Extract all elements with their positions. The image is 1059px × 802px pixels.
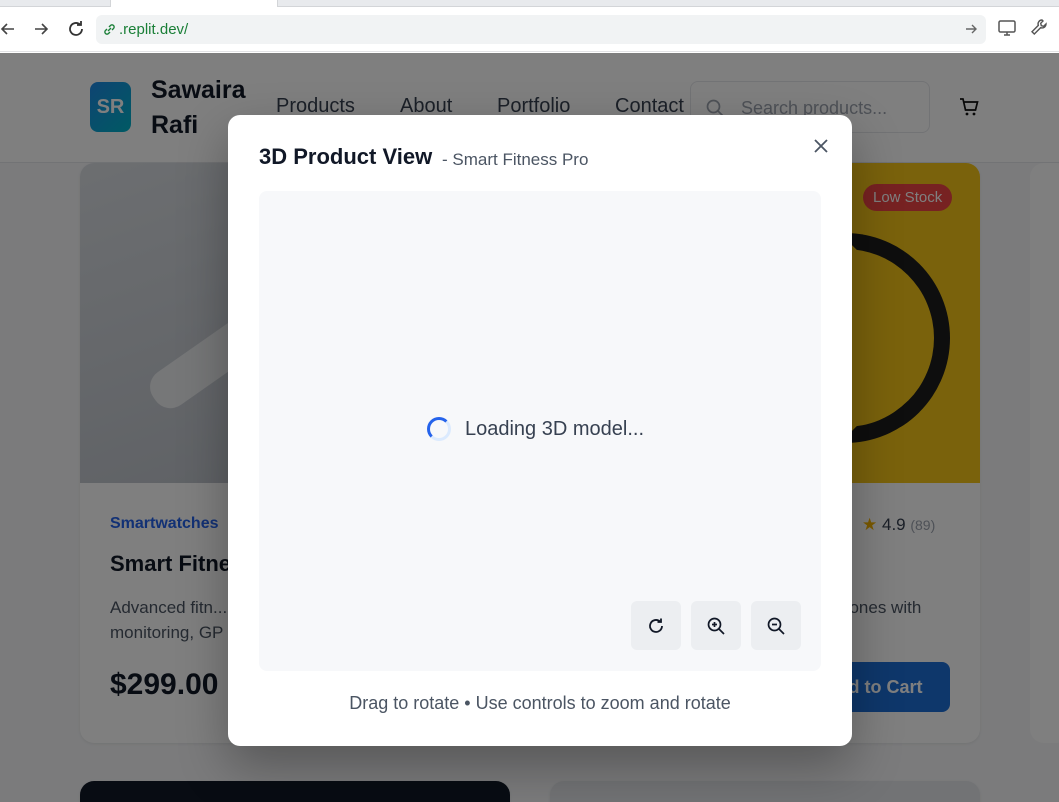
- reload-icon: [69, 21, 83, 36]
- zoom-out-icon: [767, 617, 785, 635]
- url-text: .replit.dev/: [119, 21, 189, 38]
- product-3d-modal: 3D Product View - Smart Fitness Pro Load…: [228, 115, 852, 746]
- loading-text: Loading 3D model...: [465, 417, 645, 440]
- zoom-in-button[interactable]: [691, 601, 741, 650]
- 3d-viewer-canvas[interactable]: Loading 3D model...: [259, 191, 821, 671]
- loading-indicator: Loading 3D model...: [427, 417, 644, 441]
- forward-button[interactable]: [29, 17, 53, 41]
- go-arrow-icon[interactable]: [964, 22, 978, 36]
- zoom-in-icon: [707, 617, 725, 635]
- rotate-icon: [649, 618, 663, 633]
- interaction-hint: Drag to rotate • Use controls to zoom an…: [349, 693, 731, 713]
- zoom-out-button[interactable]: [751, 601, 801, 650]
- close-icon: [814, 139, 828, 153]
- rotate-button[interactable]: [631, 601, 681, 650]
- wrench-icon[interactable]: [1029, 18, 1049, 38]
- tab-strip: [0, 0, 1059, 7]
- modal-subtitle: - Smart Fitness Pro: [442, 150, 589, 169]
- browser-toolbar: .replit.dev/: [0, 7, 1059, 52]
- back-button[interactable]: [0, 17, 20, 41]
- forward-arrow-icon: [35, 23, 49, 35]
- close-button[interactable]: [812, 137, 830, 155]
- spinner-icon: [427, 417, 451, 441]
- active-tab[interactable]: [110, 0, 278, 7]
- desktop-icon[interactable]: [997, 18, 1017, 38]
- address-bar[interactable]: .replit.dev/: [96, 15, 986, 44]
- back-arrow-icon: [0, 23, 14, 35]
- link-icon: [104, 24, 115, 35]
- modal-title: 3D Product View: [259, 144, 433, 169]
- reload-button[interactable]: [64, 17, 88, 41]
